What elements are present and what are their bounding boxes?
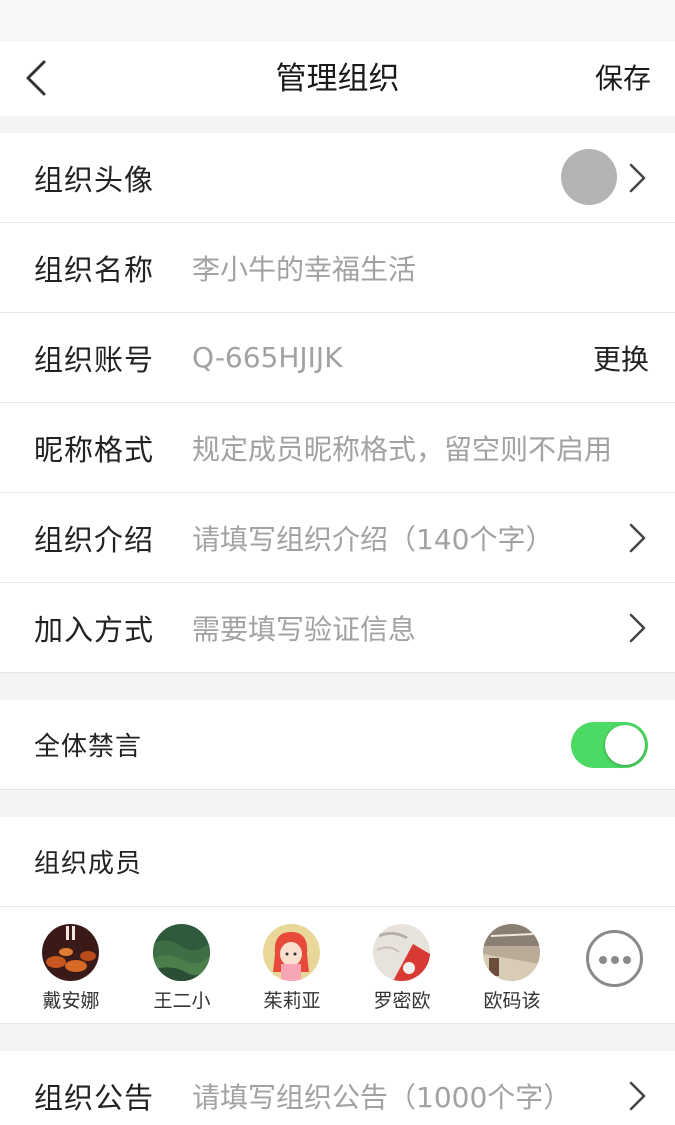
member-name: 戴安娜 [42, 990, 100, 1012]
member-name: 欧码该 [483, 990, 541, 1012]
join-method-row[interactable]: 加入方式 需要填写验证信息 [0, 583, 675, 673]
join-method-value: 需要填写验证信息 [192, 612, 417, 646]
org-name-field[interactable]: 李小牛的幸福生活 [192, 223, 416, 312]
member-name: 罗密欧 [373, 990, 431, 1012]
org-account-value: Q-665HJIJK [192, 341, 343, 374]
more-dots-icon [623, 956, 631, 964]
org-avatar-label: 组织头像 [34, 162, 155, 197]
chevron-right-icon [629, 523, 646, 553]
members-header-row: 组织成员 [0, 817, 675, 907]
nickname-format-label: 昵称格式 [34, 432, 155, 467]
org-name-row[interactable]: 组织名称 李小牛的幸福生活 [0, 223, 675, 313]
org-intro-field[interactable]: 请填写组织介绍（140个字） [192, 493, 553, 582]
nickname-format-field[interactable]: 规定成员昵称格式，留空则不启用 [192, 403, 612, 492]
org-account-row: 组织账号 Q-665HJIJK 更换 [0, 313, 675, 403]
mute-all-toggle[interactable] [571, 722, 648, 768]
org-notice-field[interactable]: 请填写组织公告（1000个字） [192, 1051, 571, 1125]
page-title: 管理组织 [275, 61, 400, 97]
member-avatar [483, 924, 540, 981]
chevron-right-icon [629, 613, 646, 643]
members-header-label: 组织成员 [34, 849, 143, 879]
chevron-right-icon [629, 163, 646, 193]
member-name: 茱莉亚 [263, 990, 321, 1012]
org-intro-row[interactable]: 组织介绍 请填写组织介绍（140个字） [0, 493, 675, 583]
org-name-label: 组织名称 [34, 252, 155, 287]
join-method-label: 加入方式 [34, 612, 155, 647]
member-item[interactable]: 茱莉亚 [247, 924, 337, 1014]
org-notice-label: 组织公告 [34, 1080, 155, 1115]
org-avatar-row[interactable]: 组织头像 [0, 133, 675, 223]
member-avatar [373, 924, 430, 981]
member-item[interactable]: 戴安娜 [26, 924, 116, 1014]
save-button[interactable]: 保存 [595, 42, 651, 116]
member-item[interactable]: 欧码该 [467, 924, 557, 1014]
org-intro-label: 组织介绍 [34, 522, 155, 557]
members-list: 戴安娜 王二小 茱莉亚 罗密欧 欧码该 [0, 907, 675, 1024]
mute-all-label: 全体禁言 [34, 732, 143, 762]
status-bar [0, 0, 675, 42]
chevron-right-icon [629, 1081, 646, 1111]
navigation-bar: 管理组织 保存 [0, 42, 675, 116]
more-members-button[interactable] [586, 930, 643, 987]
change-account-button[interactable]: 更换 [593, 313, 649, 402]
mute-all-row: 全体禁言 [0, 700, 675, 790]
nickname-format-row[interactable]: 昵称格式 规定成员昵称格式，留空则不启用 [0, 403, 675, 493]
member-avatar [153, 924, 210, 981]
org-notice-row[interactable]: 组织公告 请填写组织公告（1000个字） [0, 1051, 675, 1125]
member-name: 王二小 [153, 990, 211, 1012]
more-dots-icon [599, 956, 607, 964]
member-item[interactable]: 罗密欧 [357, 924, 447, 1014]
member-avatar [42, 924, 99, 981]
member-item[interactable]: 王二小 [137, 924, 227, 1014]
member-avatar [263, 924, 320, 981]
org-account-label: 组织账号 [34, 342, 155, 377]
more-dots-icon [611, 956, 619, 964]
org-avatar-image[interactable] [561, 149, 617, 205]
toggle-knob [605, 725, 645, 765]
